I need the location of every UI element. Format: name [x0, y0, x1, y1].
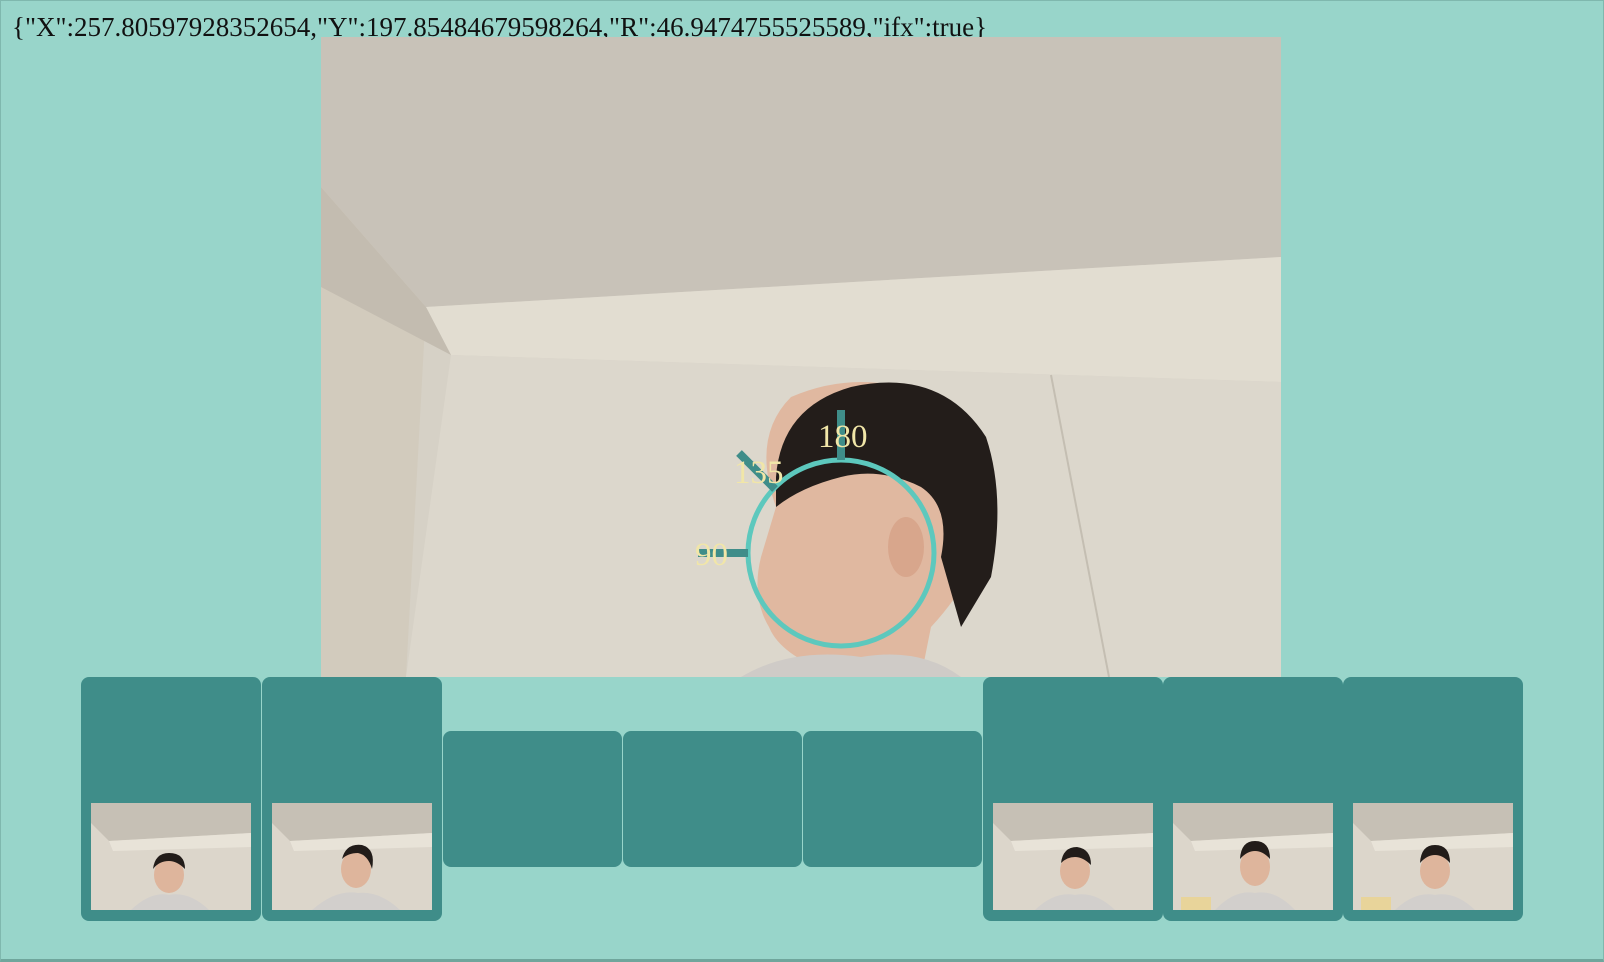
- capture-thumbnail: [272, 803, 432, 910]
- capture-thumbnail: [1353, 803, 1513, 910]
- capture-slot-2[interactable]: [262, 677, 442, 921]
- capture-thumbnail: [91, 803, 251, 910]
- capture-slot-8[interactable]: [1343, 677, 1523, 921]
- camera-scene: 180 135 90: [321, 37, 1281, 677]
- capture-slot-3[interactable]: [443, 731, 622, 867]
- camera-feed: 180 135 90: [321, 37, 1281, 677]
- angle-label-180: 180: [818, 419, 868, 455]
- capture-slot-5[interactable]: [803, 731, 982, 867]
- capture-slot-1[interactable]: [81, 677, 261, 921]
- capture-slot-6[interactable]: [983, 677, 1163, 921]
- capture-thumbnail: [1173, 803, 1333, 910]
- angle-label-90: 90: [695, 537, 728, 573]
- capture-slot-4[interactable]: [623, 731, 802, 867]
- capture-thumbnail: [993, 803, 1153, 910]
- capture-slot-7[interactable]: [1163, 677, 1343, 921]
- angle-label-135: 135: [734, 455, 784, 491]
